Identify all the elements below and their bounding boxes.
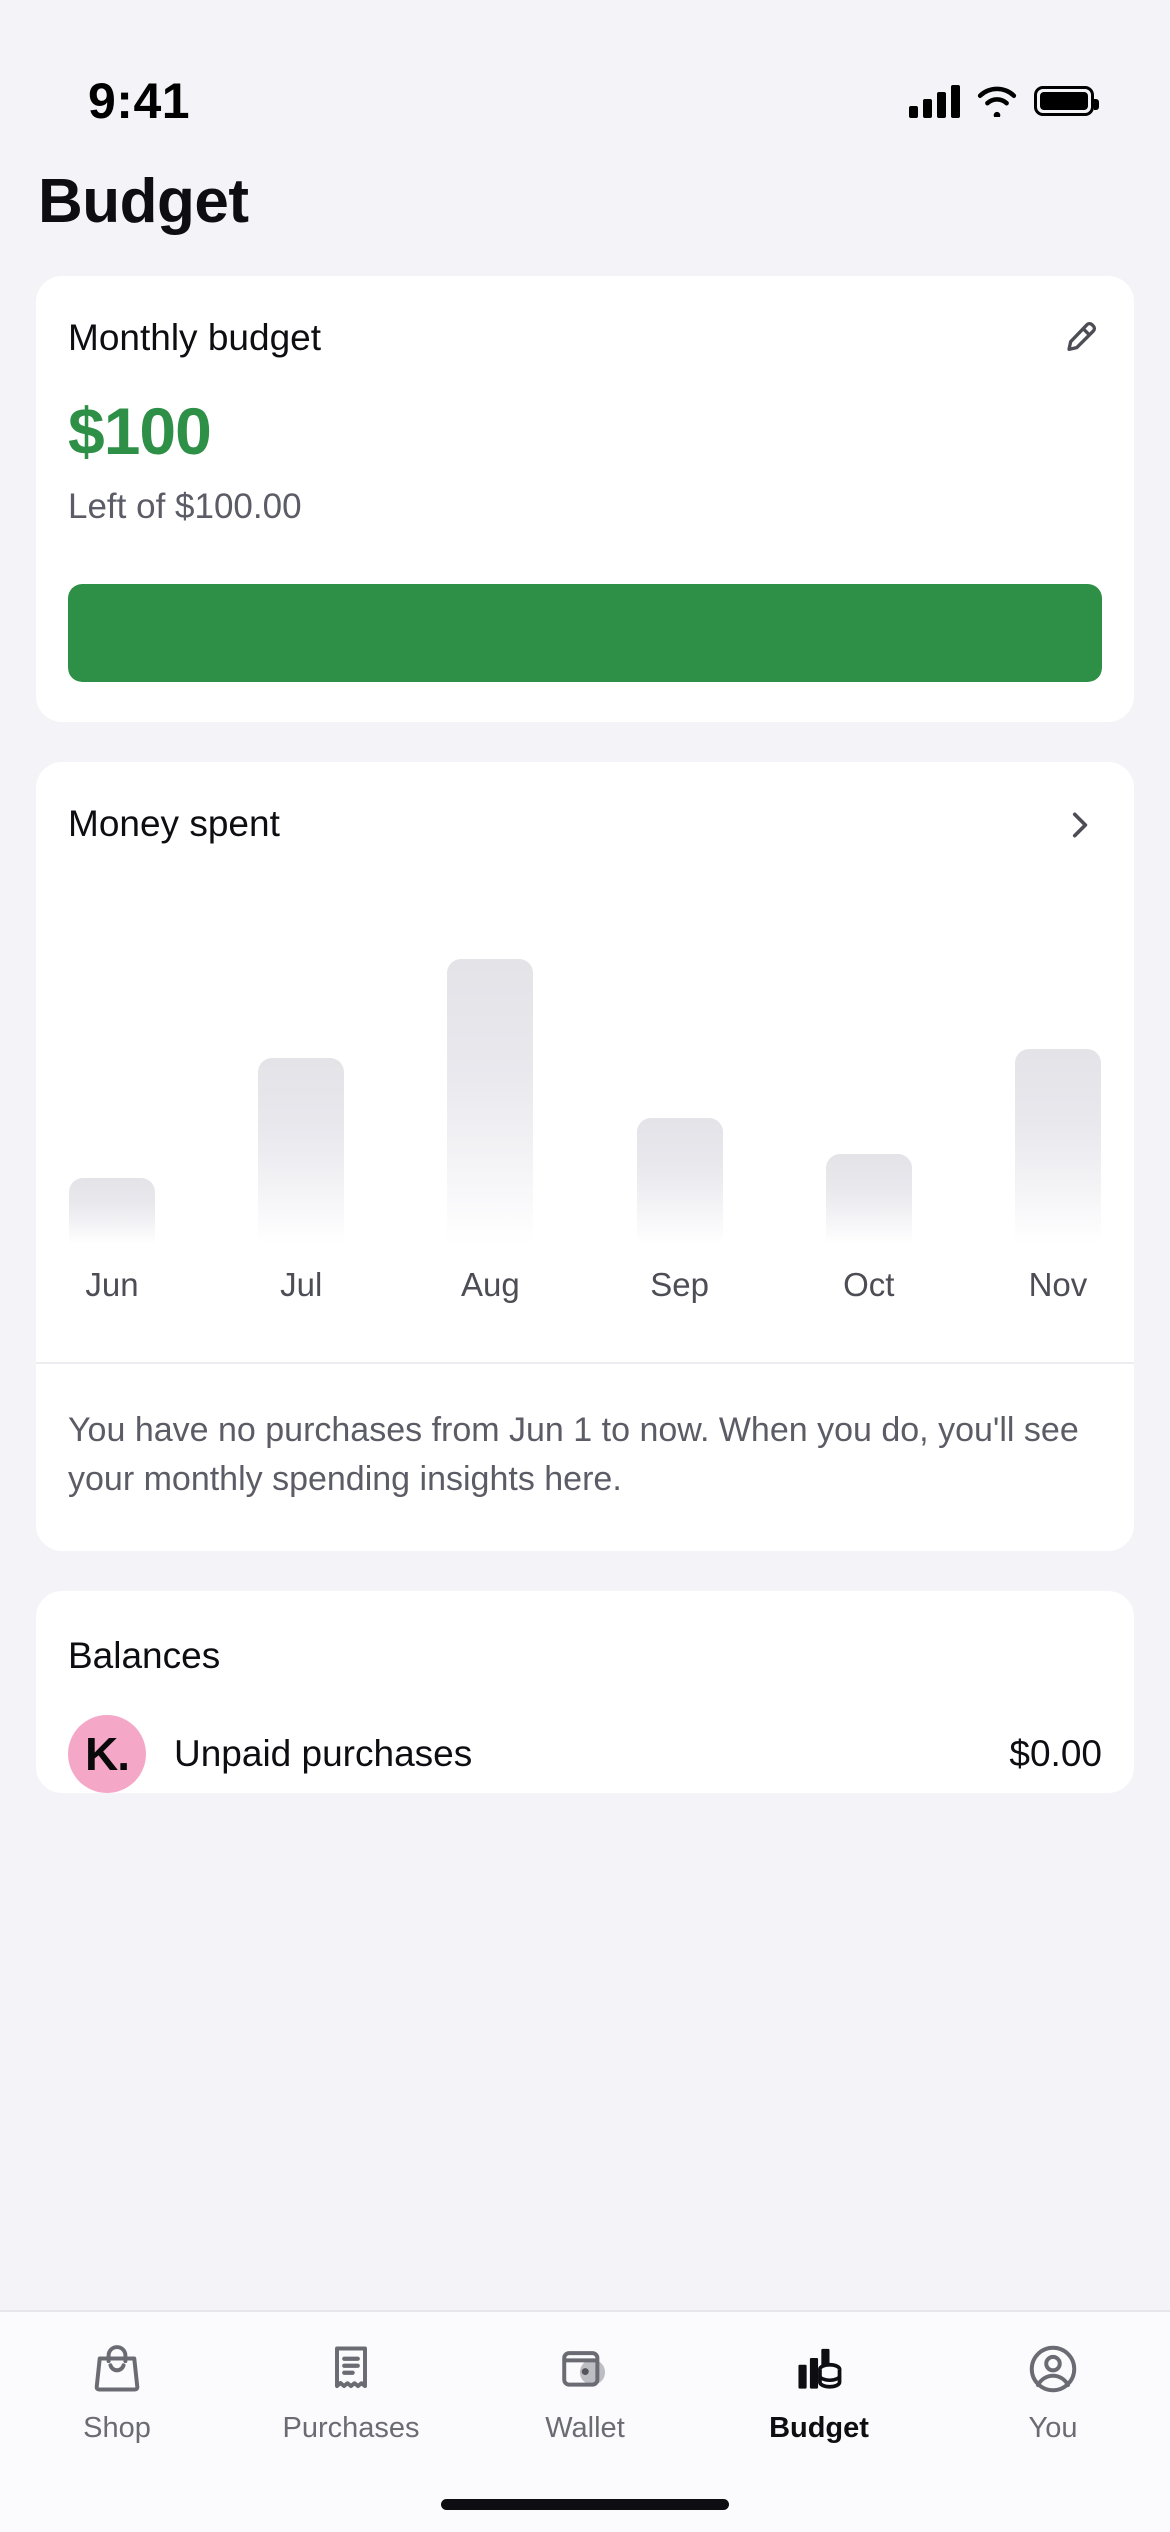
money-spent-bar-chart (66, 944, 1104, 1245)
balance-row[interactable]: K. Unpaid purchases $0.00 (36, 1677, 1134, 1793)
content-scroll-area[interactable]: Monthly budget $100 Left of $100.00 Mone… (0, 276, 1170, 1793)
tab-wallet[interactable]: Wallet (468, 2338, 702, 2445)
chevron-right-icon (1072, 812, 1088, 838)
chart-bar (1014, 1049, 1101, 1245)
monthly-budget-card: Monthly budget $100 Left of $100.00 (36, 276, 1134, 723)
money-spent-title: Money spent (68, 803, 280, 845)
chart-bar-column (1012, 944, 1104, 1245)
chart-bar (636, 1118, 723, 1245)
tab-shop[interactable]: Shop (0, 2338, 234, 2445)
balances-card: Balances K. Unpaid purchases $0.00 (36, 1590, 1134, 1793)
money-spent-empty-message: You have no purchases from Jun 1 to now.… (68, 1411, 1079, 1499)
budget-amount: $100 (68, 394, 212, 469)
chart-month-label: Jun (85, 1266, 139, 1304)
battery-full-icon (1034, 86, 1099, 116)
person-circle-icon (1025, 2338, 1081, 2400)
pencil-icon (1067, 322, 1097, 352)
cellular-signal-icon (909, 84, 960, 118)
tab-shop-label: Shop (83, 2412, 151, 2444)
chart-bar-column (634, 944, 726, 1245)
status-bar: 9:41 (0, 0, 1170, 150)
chart-month-label: Aug (461, 1266, 520, 1304)
chart-month-label: Oct (843, 1266, 895, 1304)
tab-you-label: You (1028, 2412, 1078, 2444)
money-spent-card[interactable]: Money spent Jun Jul Aug Sep Oct Nov You have … (36, 762, 1134, 1551)
home-indicator (441, 2499, 729, 2510)
chart-bar (447, 959, 534, 1245)
chart-bar (825, 1154, 912, 1245)
monthly-budget-title: Monthly budget (68, 317, 322, 359)
bar-chart-coins-icon (791, 2338, 847, 2400)
chart-month-label: Nov (1028, 1266, 1088, 1304)
balances-title: Balances (68, 1634, 221, 1676)
tab-wallet-label: Wallet (545, 2412, 625, 2444)
chart-bar-column (255, 944, 347, 1245)
money-spent-open-button[interactable] (1056, 802, 1102, 848)
tab-you[interactable]: You (936, 2338, 1170, 2445)
budget-progress-bar (68, 584, 1102, 683)
budget-progress-fill (68, 584, 1102, 683)
tab-purchases[interactable]: Purchases (234, 2338, 468, 2445)
tab-purchases-label: Purchases (282, 2412, 420, 2444)
budget-subtitle: Left of $100.00 (68, 487, 302, 527)
chart-month-label: Sep (650, 1266, 709, 1304)
chart-month-label: Jul (280, 1266, 323, 1304)
klarna-logo-icon: K. (68, 1714, 146, 1793)
tab-budget-label: Budget (769, 2412, 869, 2444)
chart-bar-column (823, 944, 915, 1245)
balance-row-label: Unpaid purchases (174, 1732, 473, 1774)
page-title: Budget (38, 167, 249, 236)
wifi-icon (977, 86, 1017, 117)
balance-row-value: $0.00 (1009, 1732, 1102, 1774)
tab-budget[interactable]: Budget (702, 2338, 936, 2445)
chart-bar (258, 1058, 345, 1245)
chart-month-labels: Jun Jul Aug Sep Oct Nov (66, 1266, 1104, 1304)
status-bar-indicators (909, 84, 1099, 118)
receipt-icon (323, 2338, 379, 2400)
chart-bar-column (444, 944, 536, 1245)
chart-bar (69, 1178, 155, 1245)
wallet-icon (557, 2338, 613, 2400)
edit-budget-button[interactable] (1056, 316, 1102, 362)
bottom-tab-bar: Shop Purchases Wallet Budget You (0, 2310, 1170, 2532)
status-bar-time: 9:41 (88, 73, 191, 129)
chart-bar-column (66, 944, 158, 1245)
shopping-bag-icon (89, 2338, 145, 2400)
